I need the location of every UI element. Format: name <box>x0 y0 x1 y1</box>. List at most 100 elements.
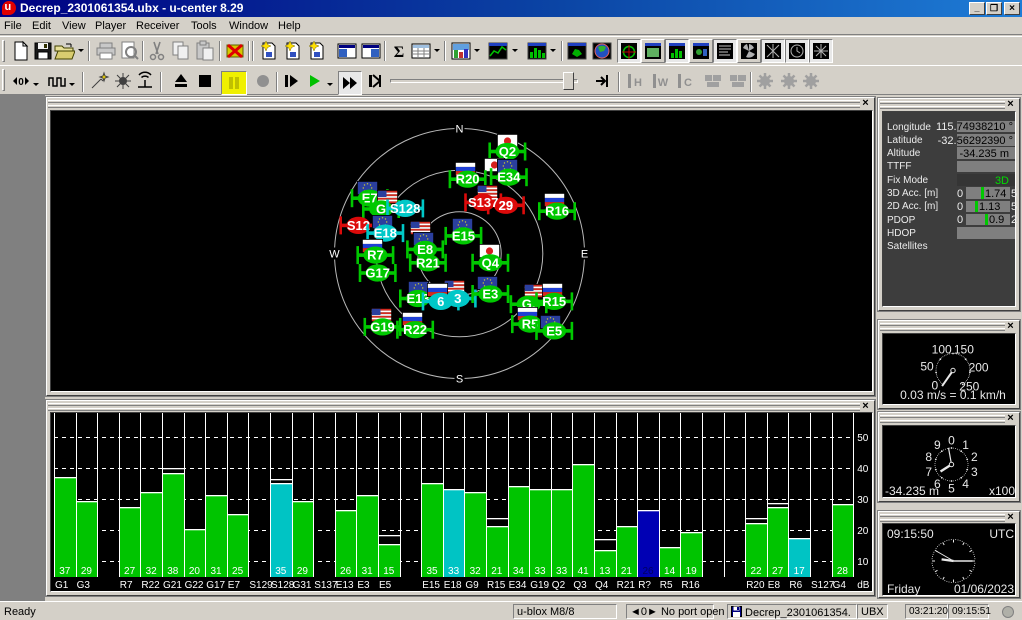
svg-text:20: 20 <box>189 566 201 577</box>
svg-text:R7: R7 <box>367 248 384 263</box>
svg-text:26: 26 <box>340 566 352 577</box>
svg-text:E18: E18 <box>444 580 462 591</box>
svg-text:E15: E15 <box>422 580 440 591</box>
svg-text:32: 32 <box>146 566 158 577</box>
svg-text:29: 29 <box>297 566 309 577</box>
svg-text:E8: E8 <box>768 580 781 591</box>
svg-text:R?: R? <box>638 580 651 591</box>
svg-text:E3: E3 <box>482 287 498 302</box>
svg-text:09:15:50: 09:15:50 <box>887 527 934 541</box>
svg-text:C: C <box>684 77 692 89</box>
svg-text:R15: R15 <box>487 580 506 591</box>
svg-text:E34: E34 <box>497 170 521 185</box>
svg-text:5: 5 <box>948 482 955 496</box>
svg-text:9: 9 <box>934 438 941 452</box>
svg-text:G19: G19 <box>530 580 549 591</box>
svg-text:6: 6 <box>437 294 444 309</box>
svg-text:17: 17 <box>794 566 806 577</box>
svg-text:33: 33 <box>556 566 568 577</box>
svg-text:S137: S137 <box>468 195 498 210</box>
svg-text:28: 28 <box>837 566 849 577</box>
svg-text:R21: R21 <box>617 580 636 591</box>
svg-text:Q4: Q4 <box>595 580 609 591</box>
svg-text:W: W <box>658 77 669 89</box>
svg-text:S129: S129 <box>249 580 273 591</box>
svg-text:4: 4 <box>962 477 969 491</box>
svg-text:-34.235 m: -34.235 m <box>885 484 939 498</box>
svg-text:E15: E15 <box>452 228 475 243</box>
svg-text:G21: G21 <box>163 580 182 591</box>
svg-text:G4: G4 <box>833 580 847 591</box>
svg-text:0: 0 <box>948 434 955 448</box>
svg-text:UTC: UTC <box>989 527 1014 541</box>
svg-text:27: 27 <box>772 566 784 577</box>
svg-text:Σ: Σ <box>394 44 404 61</box>
svg-text:G1: G1 <box>55 580 69 591</box>
svg-text:G: G <box>376 202 386 217</box>
svg-text:E13: E13 <box>336 580 354 591</box>
svg-text:S128: S128 <box>390 201 420 216</box>
svg-text:2: 2 <box>971 450 978 464</box>
svg-text:R20: R20 <box>456 172 480 187</box>
svg-text:1: 1 <box>962 438 969 452</box>
svg-text:40: 40 <box>857 464 869 475</box>
svg-text:27: 27 <box>124 566 136 577</box>
svg-text:N: N <box>456 124 464 136</box>
svg-text:200: 200 <box>969 361 989 375</box>
svg-text:G19: G19 <box>370 319 395 334</box>
svg-text:35: 35 <box>426 566 438 577</box>
svg-text:21: 21 <box>621 566 633 577</box>
svg-text:31: 31 <box>362 566 374 577</box>
svg-text:dB: dB <box>857 580 870 591</box>
svg-text:E18: E18 <box>374 226 397 241</box>
svg-text:R20: R20 <box>746 580 765 591</box>
svg-text:E5: E5 <box>379 580 392 591</box>
svg-text:Q3: Q3 <box>573 580 587 591</box>
svg-text:E3: E3 <box>357 580 370 591</box>
svg-text:38: 38 <box>167 566 179 577</box>
svg-text:150: 150 <box>954 343 974 357</box>
svg-text:33: 33 <box>534 566 546 577</box>
svg-text:S127: S127 <box>811 580 835 591</box>
svg-text:S137: S137 <box>314 580 338 591</box>
svg-text:E7: E7 <box>228 580 241 591</box>
svg-text:29: 29 <box>81 566 93 577</box>
svg-text:37: 37 <box>59 566 71 577</box>
svg-text:E8: E8 <box>417 242 433 257</box>
svg-text:20: 20 <box>857 526 869 537</box>
svg-text:S: S <box>456 374 463 386</box>
svg-text:W: W <box>329 249 340 261</box>
svg-text:R5: R5 <box>660 580 673 591</box>
svg-text:34: 34 <box>513 566 525 577</box>
svg-text:100: 100 <box>932 343 952 357</box>
svg-text:G3: G3 <box>77 580 91 591</box>
svg-text:E5: E5 <box>546 323 562 338</box>
svg-text:8: 8 <box>925 450 932 464</box>
svg-text:H: H <box>634 77 642 89</box>
svg-text:E13: E13 <box>406 291 429 306</box>
svg-text:3: 3 <box>971 465 978 479</box>
svg-text:0: 0 <box>18 77 24 88</box>
svg-text:35: 35 <box>275 566 287 577</box>
svg-text:7: 7 <box>925 465 932 479</box>
svg-text:G22: G22 <box>185 580 204 591</box>
svg-text:13: 13 <box>599 566 611 577</box>
svg-text:G17: G17 <box>206 580 225 591</box>
svg-text:15: 15 <box>383 566 395 577</box>
svg-text:R15: R15 <box>542 294 566 309</box>
svg-text:S128: S128 <box>271 580 295 591</box>
svg-text:R16: R16 <box>545 204 569 219</box>
svg-text:E34: E34 <box>509 580 527 591</box>
svg-text:41: 41 <box>578 566 590 577</box>
svg-text:0.03 m/s = 0.1 km/h: 0.03 m/s = 0.1 km/h <box>900 388 1006 402</box>
svg-text:Friday: Friday <box>887 582 920 596</box>
svg-text:10: 10 <box>857 557 869 568</box>
svg-text:3: 3 <box>454 291 461 306</box>
svg-text:E: E <box>581 249 588 261</box>
svg-text:33: 33 <box>448 566 460 577</box>
svg-text:Q2: Q2 <box>499 144 516 159</box>
svg-text:R22: R22 <box>141 580 160 591</box>
svg-text:19: 19 <box>686 566 698 577</box>
svg-text:22: 22 <box>750 566 762 577</box>
svg-text:R6: R6 <box>789 580 802 591</box>
